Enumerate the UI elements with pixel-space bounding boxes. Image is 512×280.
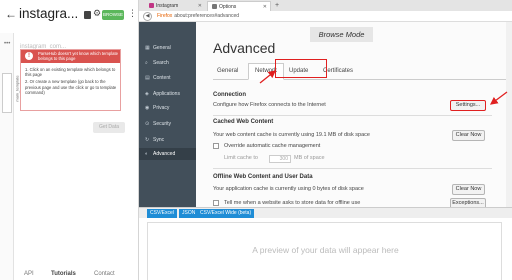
sync-icon: ↻ [145,137,150,143]
sidebar-item-label: Content [153,75,171,81]
browser-tab-instagram[interactable]: Instagram ✕ [145,1,205,11]
divider [213,115,492,116]
gear-icon[interactable]: ⚙ [93,8,101,19]
sidebar-item-content[interactable]: ▤ Content [139,72,196,84]
override-cache-checkbox[interactable] [213,143,219,149]
template-tab[interactable]: main_template [2,73,20,113]
gear-favicon-icon [212,4,217,10]
footer-tab-contact[interactable]: Contact [94,271,115,277]
screen: ← instagra... ⚙ BROWSE ⋮ ••• main_templa… [0,0,512,280]
sidebar-item-security[interactable]: ⊙ Security [139,118,196,130]
new-tab-button[interactable]: + [275,0,279,11]
sidebar-item-advanced[interactable]: ◐ Advanced [139,148,196,160]
sidebar-item-label: Privacy [153,105,170,111]
sidebar-item-label: Advanced [153,151,176,157]
parsehub-panel: ← instagra... ⚙ BROWSE ⋮ ••• main_templa… [0,0,139,280]
clear-cache-button[interactable]: Clear Now [452,130,485,141]
limit-cache-label: Limit cache to [224,155,258,161]
cache-usage-text: Your web content cache is currently usin… [213,132,370,138]
sidebar-item-applications[interactable]: ◈ Applications [139,88,196,100]
alert-step: 2. Or create a new template (go back to … [25,79,117,95]
tab-csv-excel[interactable]: CSV/Excel [147,209,177,218]
cached-content-title: Cached Web Content [213,119,274,125]
alert-body: 1. Click on an existing template which b… [25,67,118,97]
general-icon: ▦ [145,45,150,51]
save-icon[interactable] [84,11,91,19]
more-options-icon[interactable]: ⋮ [128,8,137,19]
back-icon[interactable]: ◀ [143,12,152,21]
content-icon: ▤ [145,75,150,81]
offline-notify-label: Tell me when a website asks to store dat… [224,200,361,206]
instagram-favicon-icon [149,3,154,9]
browser-tab-options[interactable]: Options ✕ [207,1,271,11]
sidebar-item-label: Search [153,60,169,66]
alert-step: 1. Click on an existing template which b… [25,67,116,78]
security-icon: ⊙ [145,121,150,127]
back-arrow-icon[interactable]: ← [5,7,17,21]
url-value: about:preferences#advanced [174,13,240,19]
app-cache-text: Your application cache is currently usin… [213,186,364,192]
tab-csv-excel-wide[interactable]: CSV/Excel Wide (beta) [197,209,255,218]
sidebar-item-search[interactable]: ⌕ Search [139,57,196,69]
close-icon[interactable]: ✕ [198,1,202,11]
footer-tab-api[interactable]: API [24,271,34,277]
applications-icon: ◈ [145,91,149,97]
search-icon: ⌕ [145,60,148,66]
tab-certificates[interactable]: Certificates [323,68,353,74]
sidebar-item-label: Sync [153,137,165,143]
parsehub-header: ← instagra... ⚙ BROWSE ⋮ [0,0,139,32]
clear-offline-button[interactable]: Clear Now [452,184,485,195]
limit-cache-unit: MB of space [294,155,325,161]
browse-toggle-button[interactable]: BROWSE [102,10,124,20]
offline-notify-checkbox[interactable] [213,200,219,206]
more-dots-icon[interactable]: ••• [4,41,10,47]
divider [213,168,492,169]
prefs-scrollbar[interactable] [506,22,512,207]
override-cache-label: Override automatic cache management [224,143,321,149]
cache-limit-input[interactable]: 300 [269,155,291,163]
offline-content-title: Offline Web Content and User Data [213,174,313,180]
sidebar-item-label: Applications [153,91,180,97]
url-text[interactable]: Firefox about:preferences#advanced [157,13,239,19]
page-title: Advanced [213,40,276,56]
connection-text: Configure how Firefox connects to the In… [213,102,326,108]
sidebar-item-privacy[interactable]: ◉ Privacy [139,102,196,114]
tab-json[interactable]: JSON [179,209,199,218]
prefs-tabs: General Network Update Certificates [213,63,506,80]
template-tab-label: main_template [14,75,20,102]
browser-tab-label: Instagram [156,3,179,9]
footer-tab-tutorials[interactable]: Tutorials [51,271,76,277]
alert-header: ! ParseHub doesn't yet know which templa… [21,50,120,63]
browser-tab-label: Options [219,4,237,10]
get-data-button[interactable]: Get Data [93,122,125,133]
template-warning-alert: ! ParseHub doesn't yet know which templa… [20,49,121,111]
url-bar[interactable]: ◀ Firefox about:preferences#advanced [139,11,512,22]
sidebar-item-sync[interactable]: ↻ Sync [139,134,196,146]
alert-title: ParseHub doesn't yet know which template… [38,51,118,61]
parsehub-footer: API Tutorials Contact [14,268,139,280]
results-tabbar: CSV/Excel JSON CSV/Excel Wide (beta) [139,208,512,218]
results-preview-text: A preview of your data will appear here [252,245,399,255]
warning-icon: ! [25,52,33,60]
url-prefix: Firefox [157,13,173,19]
sidebar-item-label: Security [153,121,172,127]
network-tab-highlight [275,59,327,78]
settings-button[interactable]: Settings... [450,100,486,111]
project-title: instagra... [19,6,79,21]
results-preview-box: A preview of your data will appear here [147,222,502,280]
privacy-icon: ◉ [145,105,150,111]
advanced-icon: ◐ [145,151,149,157]
tab-general[interactable]: General [217,68,238,74]
prefs-main: Advanced General Network Update Certific… [196,22,512,209]
template-sidebar: ••• main_template [0,33,20,280]
connection-title: Connection [213,92,246,98]
sidebar-item-label: General [153,45,171,51]
results-panel: CSV/Excel JSON CSV/Excel Wide (beta) A p… [139,207,512,280]
prefs-sidebar: ▦ General ⌕ Search ▤ Content ◈ Applications … [139,22,196,207]
browse-mode-label: Browse Mode [310,27,373,42]
browser-tabstrip: Instagram ✕ Options ✕ + [139,0,512,11]
sidebar-item-general[interactable]: ▦ General [139,42,196,54]
